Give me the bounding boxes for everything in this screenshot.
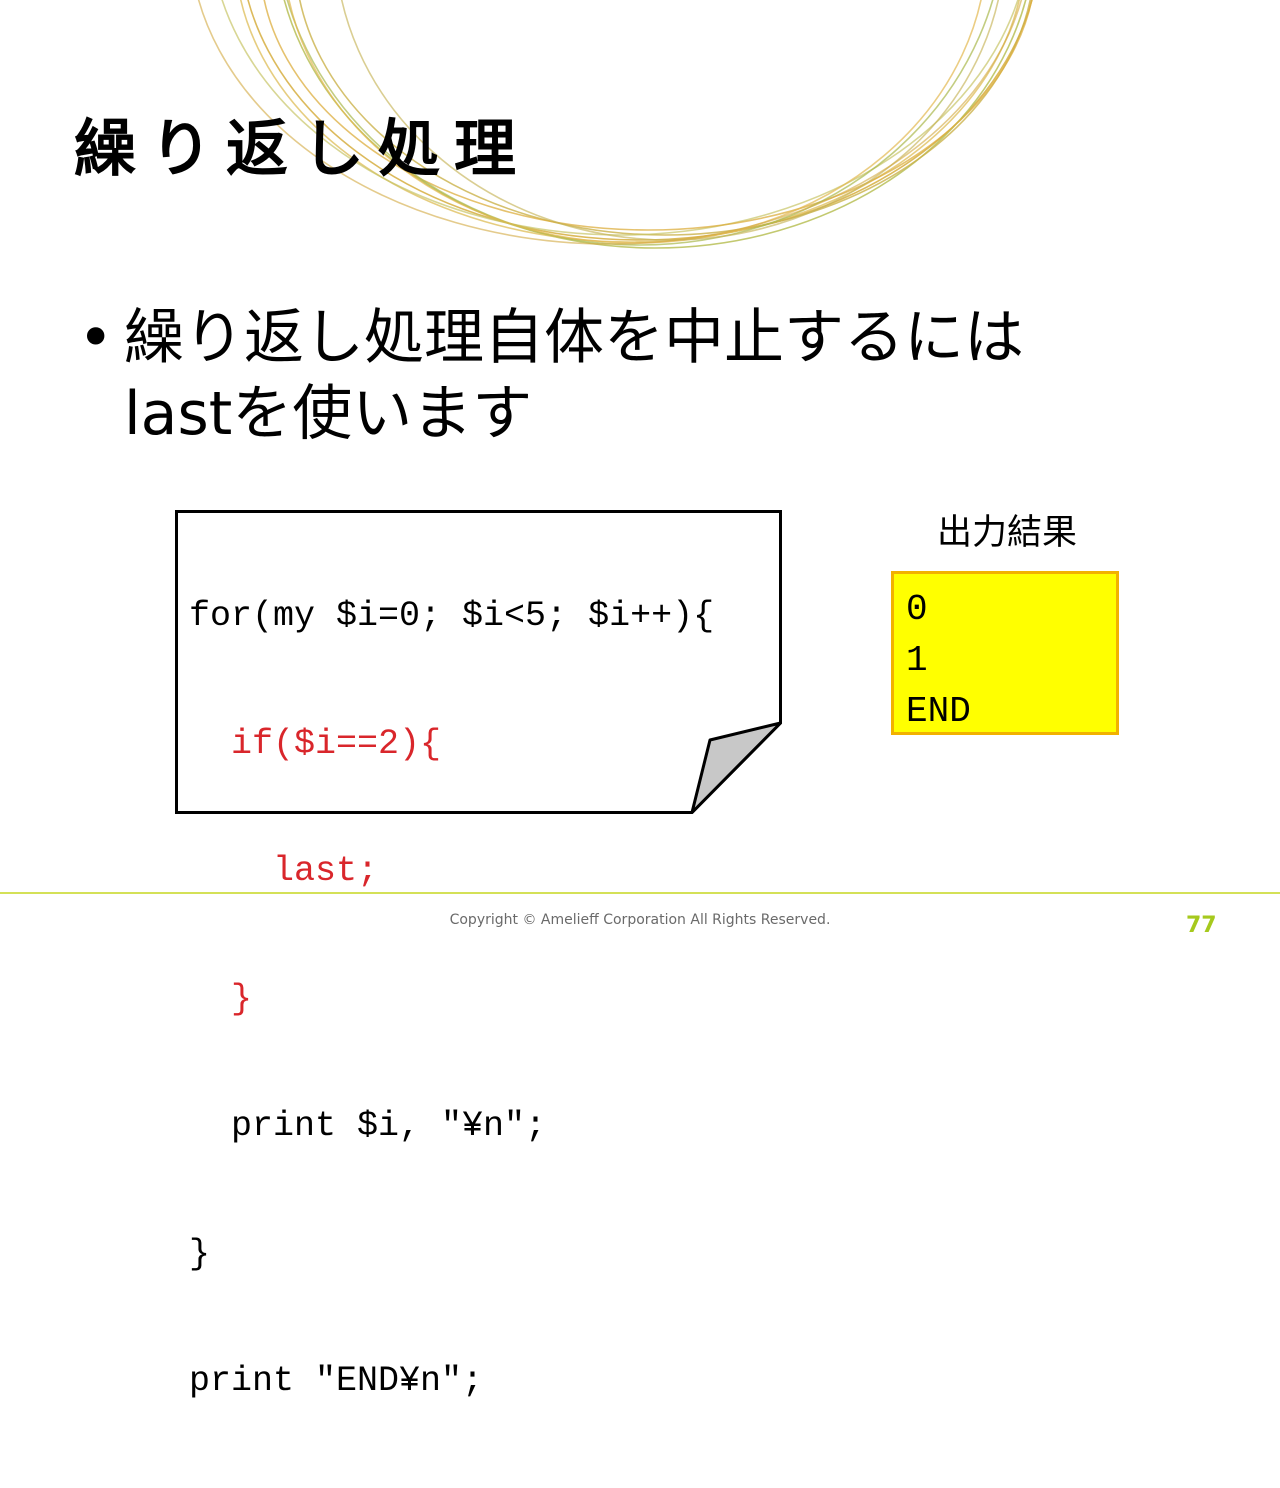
bullet-text: 繰り返し処理自体を中止するには lastを使います [124,300,1178,452]
output-result-box: 0 1 END [891,571,1119,735]
code-line: } [189,1233,211,1274]
bullet-line-1: 繰り返し処理自体を中止するには [124,303,1024,373]
code-line: print $i, "¥n"; [189,1106,547,1146]
copyright-notice: Copyright © Amelieff Corporation All Rig… [449,912,831,928]
slide-title: 繰り返し処理 [74,112,531,185]
code-line: } [189,978,253,1019]
output-label: 出力結果 [937,513,1078,553]
code-listing: for(my $i=0; $i<5; $i++){ if($i==2){ las… [175,510,782,1401]
code-line: for(my $i=0; $i<5; $i++){ [189,596,715,636]
code-line: last; [189,851,379,891]
output-line: 0 [906,589,928,630]
code-line: print "END¥n"; [189,1361,484,1401]
bullet-point: • 繰り返し処理自体を中止するには lastを使います [78,300,1178,452]
output-line: 1 [906,640,928,681]
footer-divider [0,892,1280,894]
output-line: END [906,691,971,732]
bullet-line-2: lastを使います [124,379,533,449]
page-number: 77 [1186,913,1217,938]
bullet-dot-icon: • [78,303,114,373]
code-lines: for(my $i=0; $i<5; $i++){ if($i==2){ las… [189,510,714,1488]
code-line: if($i==2){ [189,723,442,764]
